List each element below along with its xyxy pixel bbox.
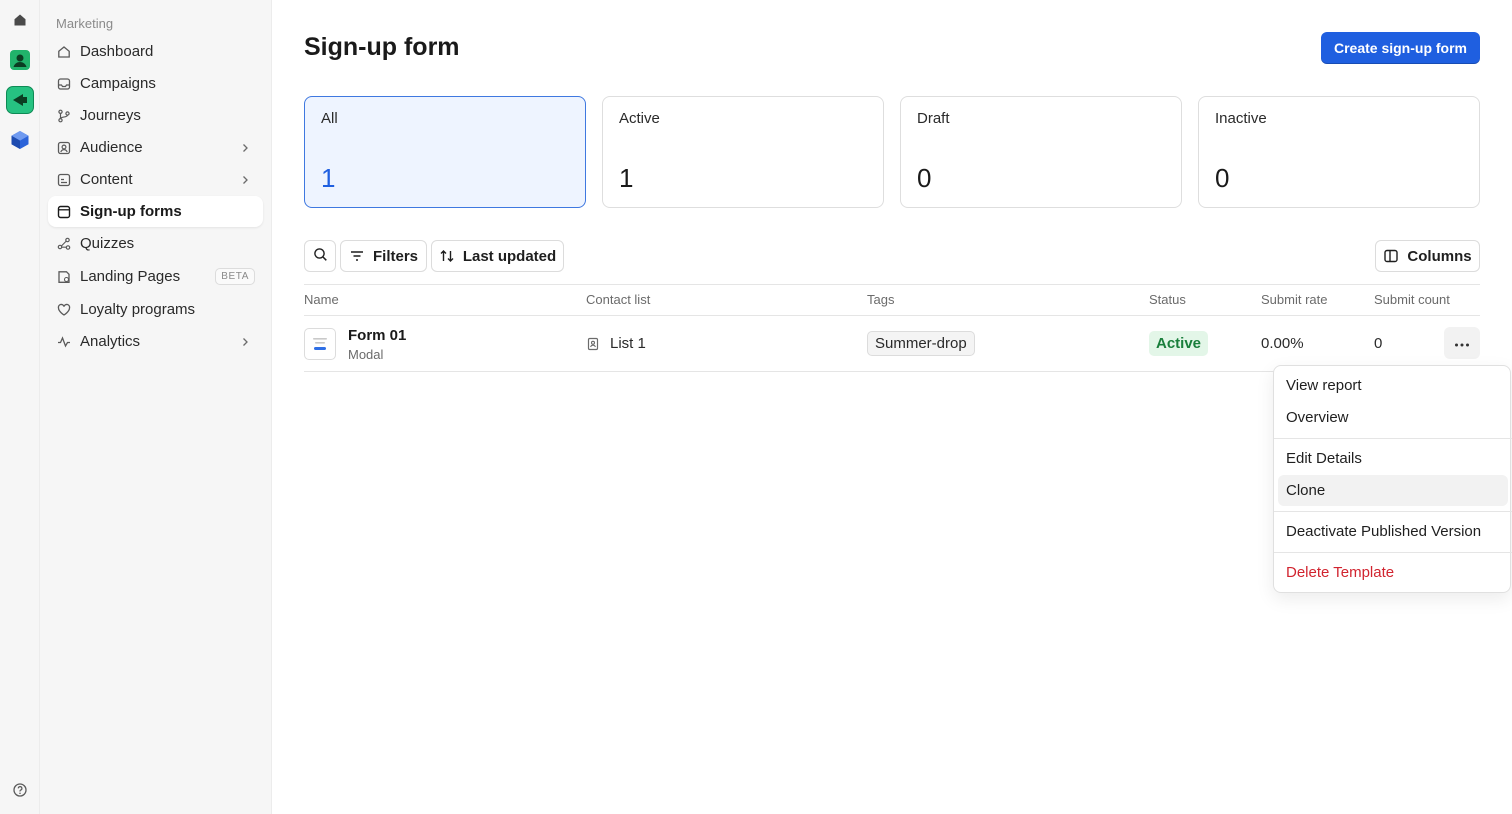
search-icon <box>313 247 328 266</box>
contact-book-icon <box>586 337 600 351</box>
sidebar-item-landing-pages[interactable]: Landing Pages BETA <box>48 261 263 292</box>
heart-icon <box>57 303 71 317</box>
row-actions-menu: View report Overview Edit Details Clone … <box>1273 365 1512 593</box>
sidebar-item-journeys[interactable]: Journeys <box>48 100 263 131</box>
page-title: Sign-up form <box>304 33 460 61</box>
page-icon <box>57 270 71 284</box>
help-icon[interactable] <box>6 776 34 804</box>
sidebar-item-label: Journeys <box>80 107 141 124</box>
stat-value: 0 <box>917 163 932 193</box>
menu-divider <box>1274 438 1512 439</box>
sidebar-item-sign-up-forms[interactable]: Sign-up forms <box>48 196 263 227</box>
column-header-contact-list[interactable]: Contact list <box>586 292 650 307</box>
form-thumbnail <box>304 328 336 360</box>
search-button[interactable] <box>304 240 336 272</box>
sort-icon <box>439 248 455 264</box>
contacts-icon <box>57 141 71 155</box>
menu-item-overview[interactable]: Overview <box>1278 402 1508 433</box>
share-nodes-icon <box>57 237 71 251</box>
sidebar-item-audience[interactable]: Audience <box>48 132 263 163</box>
beta-badge: BETA <box>215 268 255 285</box>
stat-label: All <box>321 110 338 127</box>
status-badge: Active <box>1149 331 1209 356</box>
form-icon <box>57 205 71 219</box>
row-actions-button[interactable] <box>1444 327 1480 359</box>
sidebar-item-label: Campaigns <box>80 75 156 92</box>
sidebar-item-label: Analytics <box>80 333 141 350</box>
sidebar-item-label: Sign-up forms <box>80 203 182 220</box>
sort-button[interactable]: Last updated <box>431 240 564 272</box>
sort-label: Last updated <box>462 247 557 265</box>
column-header-name[interactable]: Name <box>304 292 339 307</box>
chevron-right-icon <box>239 173 251 185</box>
stat-card-all[interactable]: All 1 <box>304 96 586 208</box>
table-top-divider <box>304 284 1480 285</box>
filters-button[interactable]: Filters <box>340 240 427 272</box>
sidebar-item-label: Audience <box>80 139 143 156</box>
stat-value: 0 <box>1215 163 1230 193</box>
submit-rate-cell: 0.00% <box>1261 335 1304 352</box>
column-header-submit-count[interactable]: Submit count <box>1374 292 1450 307</box>
app-root: Marketing Dashboard Campaigns Journeys A… <box>0 0 1512 814</box>
sidebar-item-label: Landing Pages <box>80 268 181 285</box>
contact-list-cell: List 1 <box>586 335 646 352</box>
app-rail <box>0 0 40 814</box>
cube-app-icon[interactable] <box>6 126 34 154</box>
menu-item-view-report[interactable]: View report <box>1278 370 1508 401</box>
stat-label: Inactive <box>1215 110 1267 127</box>
stat-label: Draft <box>917 110 950 127</box>
create-sign-up-form-button[interactable]: Create sign-up form <box>1321 32 1480 64</box>
column-header-tags[interactable]: Tags <box>867 292 894 307</box>
tag-badge: Summer-drop <box>867 331 975 356</box>
columns-button[interactable]: Columns <box>1375 240 1480 272</box>
sidebar-item-content[interactable]: Content <box>48 164 263 195</box>
branch-icon <box>57 109 71 123</box>
stat-card-inactive[interactable]: Inactive 0 <box>1198 96 1480 208</box>
chevron-right-icon <box>239 335 251 347</box>
activity-icon <box>57 335 71 349</box>
menu-divider <box>1274 552 1512 553</box>
sidebar-item-label: Dashboard <box>80 43 154 60</box>
stat-card-draft[interactable]: Draft 0 <box>900 96 1182 208</box>
filter-icon <box>349 248 365 264</box>
menu-divider <box>1274 511 1512 512</box>
columns-icon <box>1383 248 1399 264</box>
sidebar-item-label: Content <box>80 171 133 188</box>
stat-card-active[interactable]: Active 1 <box>602 96 884 208</box>
sidebar-item-label: Quizzes <box>80 235 135 252</box>
home-icon <box>57 45 71 59</box>
menu-item-clone[interactable]: Clone <box>1278 475 1508 506</box>
menu-item-deactivate-published-version[interactable]: Deactivate Published Version <box>1278 516 1508 547</box>
filters-label: Filters <box>372 247 418 265</box>
more-horizontal-icon <box>1454 334 1470 352</box>
sidebar-item-campaigns[interactable]: Campaigns <box>48 68 263 99</box>
contact-list-name: List 1 <box>610 335 646 352</box>
sidebar-item-label: Loyalty programs <box>80 301 196 318</box>
sidebar-item-analytics[interactable]: Analytics <box>48 326 263 357</box>
sidebar-item-loyalty-programs[interactable]: Loyalty programs <box>48 294 263 325</box>
sidebar: Marketing Dashboard Campaigns Journeys A… <box>40 0 272 814</box>
menu-item-delete-template[interactable]: Delete Template <box>1278 557 1508 588</box>
columns-label: Columns <box>1407 247 1472 265</box>
image-icon <box>57 173 71 187</box>
marketing-app-icon[interactable] <box>6 86 34 114</box>
sidebar-item-dashboard[interactable]: Dashboard <box>48 36 263 67</box>
stat-value: 1 <box>619 163 634 193</box>
inbox-icon <box>57 77 71 91</box>
contacts-app-icon[interactable] <box>6 46 34 74</box>
chevron-right-icon <box>239 141 251 153</box>
column-header-status[interactable]: Status <box>1149 292 1186 307</box>
column-header-submit-rate[interactable]: Submit rate <box>1261 292 1327 307</box>
form-type: Modal <box>348 347 384 362</box>
stat-label: Active <box>619 110 660 127</box>
sidebar-section-label: Marketing <box>56 16 114 31</box>
submit-count-cell: 0 <box>1374 335 1383 352</box>
home-icon[interactable] <box>6 6 34 34</box>
stat-value: 1 <box>321 163 336 193</box>
form-name[interactable]: Form 01 <box>348 327 406 344</box>
menu-item-edit-details[interactable]: Edit Details <box>1278 443 1508 474</box>
sidebar-item-quizzes[interactable]: Quizzes <box>48 228 263 259</box>
